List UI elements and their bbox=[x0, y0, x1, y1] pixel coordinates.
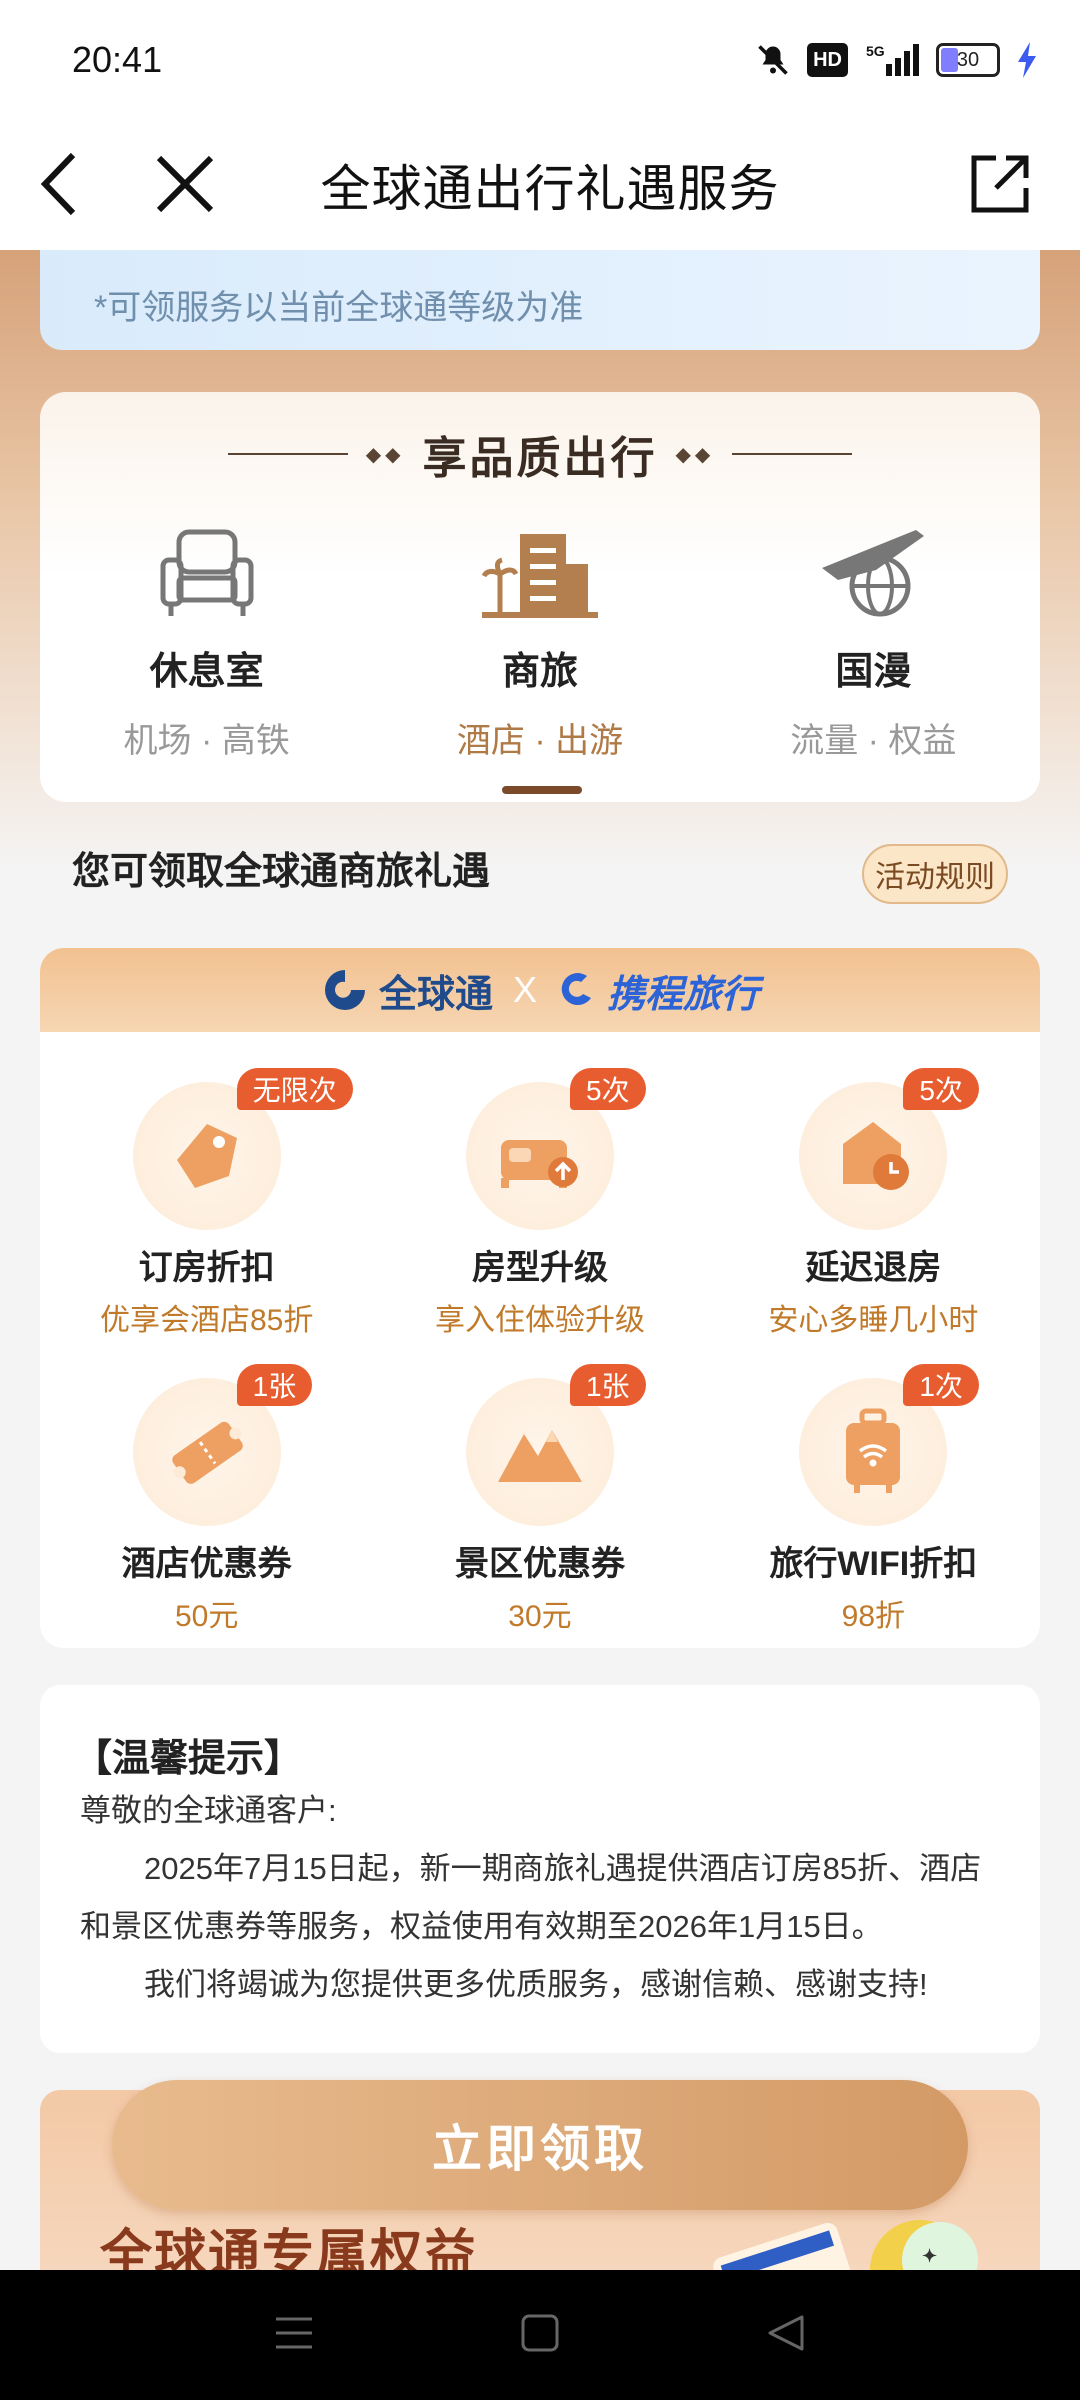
business-travel-icon bbox=[481, 534, 598, 618]
category-tab-business[interactable]: 商旅 酒店 · 出游 bbox=[373, 522, 706, 762]
scenic-mountain-icon bbox=[497, 1430, 582, 1482]
hotel-coupon-icon bbox=[171, 1421, 243, 1484]
tips-paragraph: 2025年7月15日起，新一期商旅礼遇提供酒店订房85折、酒店和景区优惠券等服务… bbox=[80, 1851, 982, 1944]
benefit-count-badge: 1次 bbox=[903, 1364, 979, 1406]
svg-text:5G: 5G bbox=[866, 43, 885, 59]
category-tab-roaming[interactable]: 国漫 流量 · 权益 bbox=[707, 522, 1040, 762]
benefit-count-badge: 无限次 bbox=[236, 1068, 353, 1110]
diamond-deco-icon: ◆◆ bbox=[675, 443, 715, 466]
battery-icon: 30 bbox=[936, 43, 1000, 77]
menu-nav-button[interactable] bbox=[274, 2316, 314, 2355]
benefit-item-travel-wifi[interactable]: 1次 旅行WIFI折扣 98折 bbox=[707, 1364, 1040, 1648]
notice-text: *可领服务以当前全球通等级为准 bbox=[94, 289, 584, 327]
benefit-name: 景区优惠券 bbox=[454, 1545, 625, 1583]
benefit-name: 延迟退房 bbox=[805, 1249, 942, 1287]
hd-icon: HD bbox=[807, 43, 848, 77]
notice-card: *可领服务以当前全球通等级为准 bbox=[40, 250, 1040, 350]
diamond-deco-icon: ◆◆ bbox=[365, 443, 405, 466]
wifi-luggage-icon bbox=[846, 1408, 901, 1493]
benefit-desc: 98折 bbox=[841, 1600, 906, 1633]
promo-gift-cards-icon: ✦ bbox=[713, 2220, 978, 2270]
benefit-desc: 优享会酒店85折 bbox=[99, 1304, 314, 1337]
benefit-desc: 享入住体验升级 bbox=[434, 1304, 645, 1337]
benefit-name: 旅行WIFI折扣 bbox=[769, 1545, 978, 1583]
benefit-grid: 无限次 订房折扣 优享会酒店85折 5次 房型升级 享入住体验升级 5次 延迟退… bbox=[40, 1032, 1040, 1648]
bed-upgrade-icon bbox=[500, 1140, 578, 1188]
signal-5g-icon: 5G bbox=[864, 43, 920, 77]
category-sub: 流量 · 权益 bbox=[790, 722, 957, 760]
share-button[interactable] bbox=[960, 144, 1040, 224]
travel-heading: ◆◆ 享品质出行 ◆◆ bbox=[40, 422, 1040, 486]
system-nav-bar bbox=[0, 2270, 1080, 2400]
partner-separator: X bbox=[512, 969, 537, 1010]
close-button[interactable] bbox=[145, 144, 225, 224]
quanqiutong-logo-icon bbox=[324, 970, 365, 1010]
benefit-item-room-upgrade[interactable]: 5次 房型升级 享入住体验升级 bbox=[373, 1068, 706, 1378]
discount-tag-icon bbox=[176, 1124, 237, 1188]
share-icon bbox=[971, 155, 1029, 213]
benefit-name: 房型升级 bbox=[471, 1249, 608, 1287]
lounge-chair-icon bbox=[160, 529, 254, 616]
brand-quanqiutong: 全球通 bbox=[321, 963, 493, 1018]
partner-header: 全球通 X 携程旅行 bbox=[40, 948, 1040, 1032]
benefit-count-badge: 1张 bbox=[569, 1364, 646, 1406]
brand-ctrip: 携程旅行 bbox=[557, 963, 759, 1018]
status-bar: 20:41 HD 5G 30 bbox=[0, 0, 1080, 120]
category-sub: 酒店 · 出游 bbox=[456, 722, 624, 760]
menu-icon bbox=[275, 2317, 312, 2348]
claim-now-button[interactable]: 立即领取 bbox=[112, 2080, 968, 2210]
tips-greeting: 尊敬的全球通客户: bbox=[80, 1793, 337, 1828]
benefit-card: 全球通 X 携程旅行 无限次 订房折扣 优享会酒店85折 5次 房型升级 享入住… bbox=[40, 948, 1040, 1648]
section-title: 您可领取全球通商旅礼遇 bbox=[72, 851, 491, 893]
benefit-item-late-checkout[interactable]: 5次 延迟退房 安心多睡几小时 bbox=[707, 1068, 1040, 1378]
mute-icon bbox=[755, 43, 791, 77]
benefit-desc: 30元 bbox=[508, 1600, 572, 1633]
benefit-count-badge: 5次 bbox=[569, 1068, 646, 1110]
status-time: 20:41 bbox=[72, 39, 163, 80]
benefit-desc: 50元 bbox=[174, 1600, 239, 1633]
nav-bar: 全球通出行礼遇服务 bbox=[0, 120, 1080, 250]
benefit-item-booking-discount[interactable]: 无限次 订房折扣 优享会酒店85折 bbox=[40, 1068, 373, 1378]
back-triangle-icon bbox=[768, 2315, 804, 2350]
category-tab-lounge[interactable]: 休息室 机场 · 高铁 bbox=[40, 522, 373, 762]
travel-heading-text: 享品质出行 bbox=[422, 434, 658, 483]
global-roaming-icon bbox=[822, 530, 925, 617]
category-name: 商旅 bbox=[501, 651, 578, 693]
travel-category-card: ◆◆ 享品质出行 ◆◆ 休息室 机场 · 高铁 商旅 酒店 · 出游 国漫 流量… bbox=[40, 392, 1040, 802]
ctrip-logo-icon bbox=[561, 973, 591, 1006]
late-checkout-icon bbox=[843, 1122, 910, 1190]
charging-icon bbox=[1016, 42, 1038, 78]
back-nav-button[interactable] bbox=[766, 2313, 806, 2358]
divider bbox=[227, 453, 348, 455]
home-nav-button[interactable] bbox=[521, 2314, 559, 2357]
tips-paragraph: 我们将竭诚为您提供更多优质服务，感谢信赖、感谢支持! bbox=[144, 1967, 928, 2002]
status-icons: HD 5G 30 bbox=[755, 42, 1038, 78]
benefit-count-badge: 5次 bbox=[903, 1068, 979, 1110]
divider bbox=[732, 453, 853, 455]
svg-text:✦: ✦ bbox=[922, 2246, 937, 2266]
active-tab-indicator bbox=[502, 786, 582, 794]
back-icon bbox=[40, 152, 76, 216]
category-name: 休息室 bbox=[149, 651, 264, 693]
benefit-count-badge: 1张 bbox=[236, 1364, 313, 1406]
benefit-item-hotel-coupon[interactable]: 1张 酒店优惠券 50元 bbox=[40, 1364, 373, 1648]
benefit-name: 订房折扣 bbox=[138, 1249, 275, 1287]
back-button[interactable] bbox=[20, 144, 100, 224]
promo-title: 全球通专属权益 bbox=[100, 2226, 479, 2270]
tips-title: 【温馨提示】 bbox=[74, 1738, 303, 1780]
benefit-name: 酒店优惠券 bbox=[121, 1545, 292, 1583]
benefit-item-scenic-coupon[interactable]: 1张 景区优惠券 30元 bbox=[373, 1364, 706, 1648]
category-sub: 机场 · 高铁 bbox=[123, 722, 290, 760]
benefit-desc: 安心多睡几小时 bbox=[768, 1304, 979, 1337]
category-name: 国漫 bbox=[835, 651, 912, 693]
close-icon bbox=[156, 155, 214, 213]
home-square-icon bbox=[521, 2314, 559, 2351]
tips-card: 【温馨提示】 尊敬的全球通客户: 2025年7月15日起，新一期商旅礼遇提供酒店… bbox=[40, 1685, 1040, 2053]
activity-rules-button[interactable]: 活动规则 bbox=[862, 844, 1008, 904]
page-content[interactable]: *可领服务以当前全球通等级为准 ◆◆ 享品质出行 ◆◆ 休息室 机场 · 高铁 … bbox=[0, 250, 1080, 2270]
